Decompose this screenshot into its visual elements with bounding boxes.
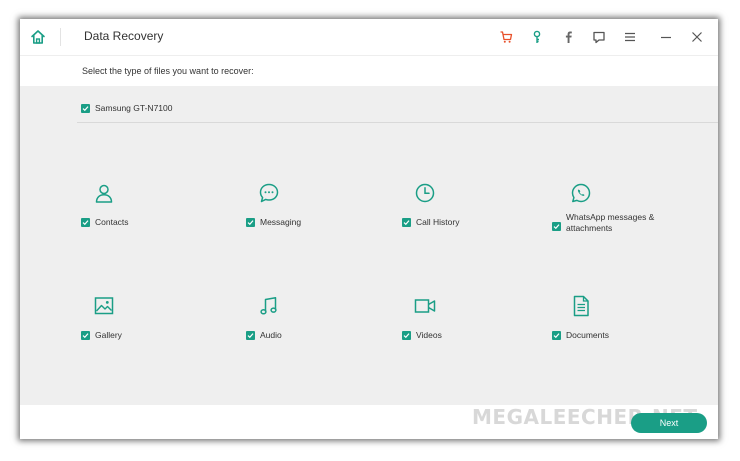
key-icon[interactable] bbox=[528, 28, 546, 46]
call-history-icon bbox=[414, 182, 436, 204]
app-window: Data Recovery Select the type of files y… bbox=[20, 19, 718, 439]
feedback-icon[interactable] bbox=[590, 28, 608, 46]
contacts-icon bbox=[93, 182, 115, 204]
gallery-icon bbox=[93, 295, 115, 317]
menu-icon[interactable] bbox=[621, 28, 639, 46]
device-label: Samsung GT-N7100 bbox=[95, 103, 173, 113]
title-bar: Data Recovery bbox=[20, 19, 718, 55]
title-separator bbox=[60, 28, 61, 46]
checkbox-gallery[interactable] bbox=[81, 331, 90, 340]
app-title: Data Recovery bbox=[84, 29, 164, 43]
label-documents: Documents bbox=[566, 330, 609, 340]
whatsapp-icon bbox=[570, 182, 592, 204]
close-icon[interactable] bbox=[688, 28, 706, 46]
footer: MEGALEECHER.NET Next bbox=[20, 405, 718, 439]
checkbox-videos[interactable] bbox=[402, 331, 411, 340]
checkbox-audio[interactable] bbox=[246, 331, 255, 340]
label-audio: Audio bbox=[260, 330, 282, 340]
checkbox-documents[interactable] bbox=[552, 331, 561, 340]
facebook-icon[interactable] bbox=[559, 28, 577, 46]
messaging-icon bbox=[258, 182, 280, 204]
cart-icon[interactable] bbox=[497, 28, 515, 46]
label-gallery: Gallery bbox=[95, 330, 122, 340]
label-videos: Videos bbox=[416, 330, 442, 340]
divider bbox=[77, 122, 718, 123]
home-icon[interactable] bbox=[29, 28, 47, 46]
label-call-history: Call History bbox=[416, 217, 460, 227]
label-messaging: Messaging bbox=[260, 217, 302, 227]
next-button[interactable]: Next bbox=[631, 413, 707, 433]
minimize-icon[interactable] bbox=[657, 28, 675, 46]
documents-icon bbox=[570, 295, 592, 317]
checkbox-call-history[interactable] bbox=[402, 218, 411, 227]
audio-icon bbox=[258, 295, 280, 317]
file-type-panel: Samsung GT-N7100 Contacts Messaging Call… bbox=[20, 86, 718, 405]
instruction-text: Select the type of files you want to rec… bbox=[82, 66, 254, 76]
checkbox-contacts[interactable] bbox=[81, 218, 90, 227]
label-contacts: Contacts bbox=[95, 217, 129, 227]
checkbox-whatsapp[interactable] bbox=[552, 222, 561, 231]
device-checkbox[interactable] bbox=[81, 103, 90, 113]
checkbox-messaging[interactable] bbox=[246, 218, 255, 227]
instruction-bar: Select the type of files you want to rec… bbox=[20, 55, 718, 86]
videos-icon bbox=[414, 295, 436, 317]
label-whatsapp: WhatsApp messages & attachments bbox=[566, 212, 655, 233]
device-row[interactable]: Samsung GT-N7100 bbox=[81, 103, 172, 113]
